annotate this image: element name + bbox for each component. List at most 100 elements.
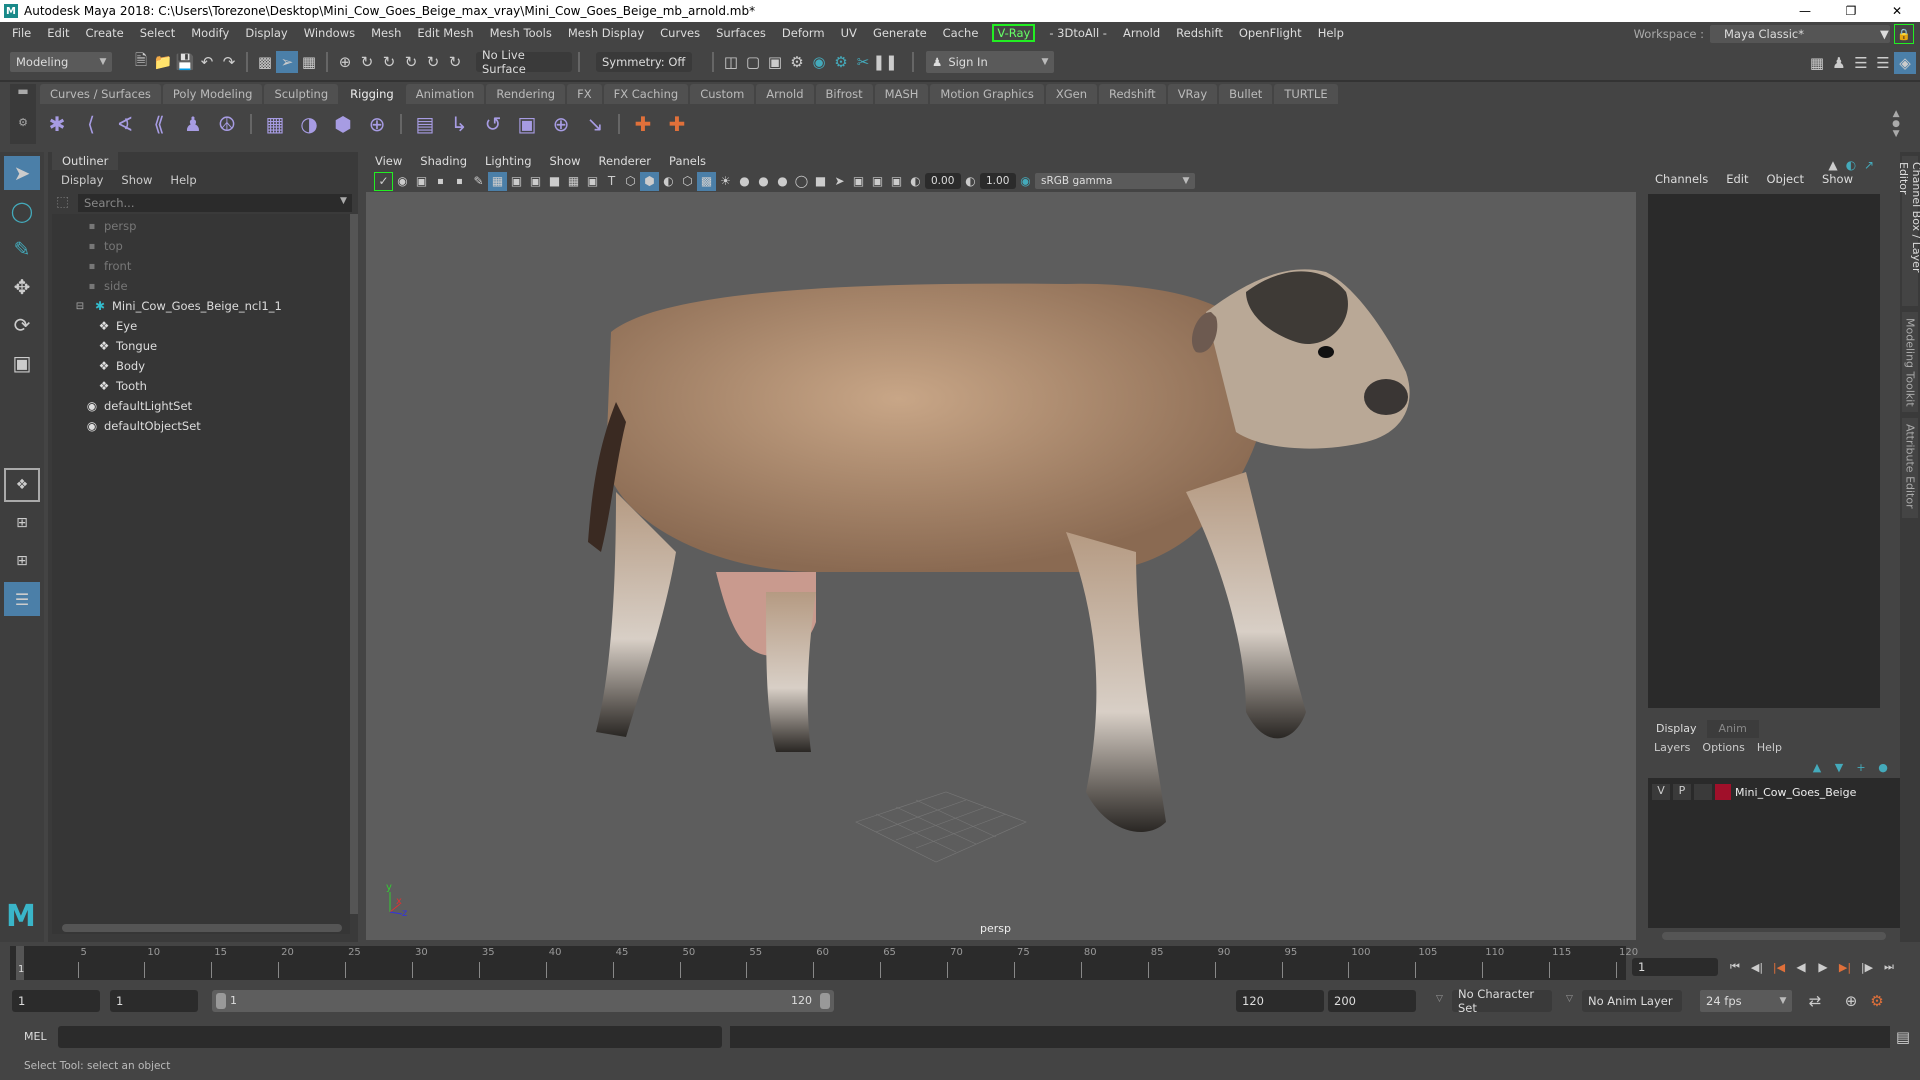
outliner-horizontal-scrollbar[interactable] (62, 924, 342, 932)
channel-menu-edit[interactable]: Edit (1717, 172, 1757, 186)
isolate-select-icon[interactable]: ➤ (830, 172, 849, 191)
ik-handle-icon[interactable]: ⟨ (74, 106, 108, 142)
close-button[interactable]: ✕ (1874, 0, 1920, 22)
rotate-tool-icon[interactable]: ⟳ (4, 308, 40, 342)
menu-edit-mesh[interactable]: Edit Mesh (409, 26, 481, 40)
menu-windows[interactable]: Windows (296, 26, 363, 40)
menu-file[interactable]: File (4, 26, 39, 40)
move-tool-icon[interactable]: ✥ (4, 270, 40, 304)
undo-icon[interactable]: ↶ (196, 51, 218, 73)
sign-in-button[interactable]: ♟ Sign In ▼ (926, 51, 1054, 73)
layer-menu-help[interactable]: Help (1751, 741, 1788, 754)
shadows-icon[interactable]: ● (735, 172, 754, 191)
menu-3dtoall[interactable]: - 3DtoAll - (1041, 26, 1115, 40)
playback-start-field[interactable]: 1 (110, 990, 198, 1012)
new-scene-icon[interactable]: 🗎 (130, 51, 152, 73)
menu-surfaces[interactable]: Surfaces (708, 26, 774, 40)
outliner-item[interactable]: ◉ defaultLightSet (52, 396, 350, 416)
scroll-down-icon[interactable]: ▼ (1893, 129, 1900, 139)
layer-color-swatch[interactable] (1715, 784, 1731, 800)
safe-action-icon[interactable]: ▣ (583, 172, 602, 191)
select-object-icon[interactable]: ➢ (276, 51, 298, 73)
shelf-tab-motion-graphics[interactable]: Motion Graphics (930, 84, 1044, 104)
snap-point-icon[interactable]: ↻ (378, 51, 400, 73)
humanik-icon[interactable]: ♟ (176, 106, 210, 142)
snap-view-plane-icon[interactable]: ↻ (422, 51, 444, 73)
shelf-tab-curves-surfaces[interactable]: Curves / Surfaces (40, 84, 161, 104)
workspace-dropdown[interactable]: Maya Classic* ▼ (1710, 25, 1890, 43)
screen-space-ao-icon[interactable]: ● (754, 172, 773, 191)
outliner-tab[interactable]: Outliner (52, 152, 119, 170)
new-empty-layer-icon[interactable]: + (1850, 756, 1872, 778)
paint-weights-icon[interactable]: ▦ (258, 106, 292, 142)
animation-start-field[interactable]: 1 (12, 990, 100, 1012)
bind-skin-icon[interactable]: ⟪ (142, 106, 176, 142)
render-settings-icon[interactable]: ⚙ (786, 51, 808, 73)
side-tab-modeling-toolkit[interactable]: Modeling Toolkit (1902, 312, 1918, 412)
scroll-up-icon[interactable]: ▲ (1893, 109, 1900, 119)
shelf-tab-rendering[interactable]: Rendering (486, 84, 566, 104)
snap-curve-icon[interactable]: ↻ (356, 51, 378, 73)
menu-select[interactable]: Select (132, 26, 183, 40)
viewport-menu-show[interactable]: Show (541, 154, 590, 168)
shelf-tab-bullet[interactable]: Bullet (1219, 84, 1273, 104)
outliner-search-input[interactable]: Search... (78, 194, 352, 212)
go-to-end-icon[interactable]: ⏭ (1878, 956, 1900, 978)
grid-toggle-icon[interactable]: ▦ (488, 171, 507, 191)
wireframe-icon[interactable]: ⬡ (621, 172, 640, 191)
joint-tool-icon[interactable]: ✱ (40, 106, 74, 142)
redo-icon[interactable]: ↷ (218, 51, 240, 73)
blend-shape-icon[interactable]: ◑ (292, 106, 326, 142)
xray-joints-icon[interactable]: ▣ (868, 172, 887, 191)
layer-playback-toggle[interactable]: P (1673, 784, 1691, 800)
parent-constraint-icon[interactable]: ▤ (408, 106, 442, 142)
shelf-menu-icon[interactable]: ▬ (10, 84, 36, 98)
range-slider[interactable]: 1 120 (212, 990, 834, 1012)
playback-end-field[interactable]: 120 (1236, 990, 1324, 1012)
menu-curves[interactable]: Curves (652, 26, 708, 40)
lasso-tool-icon[interactable]: ◯ (4, 194, 40, 228)
menu-create[interactable]: Create (78, 26, 132, 40)
four-view-layout-icon[interactable]: ⊞ (4, 506, 40, 540)
scale-constraint-icon[interactable]: ▣ (510, 106, 544, 142)
smooth-shade-icon[interactable]: ⬢ (640, 171, 659, 191)
film-gate-icon[interactable]: ▣ (507, 172, 526, 191)
cow-model[interactable]: y x z persp (366, 192, 1636, 940)
gamma-field[interactable]: 1.00 (980, 173, 1016, 189)
shelf-tab-xgen[interactable]: XGen (1045, 84, 1097, 104)
hypershade-icon[interactable]: ◉ (808, 51, 830, 73)
xray-icon[interactable]: ▣ (849, 172, 868, 191)
outliner-item[interactable]: ❖ Body (52, 356, 350, 376)
select-component-icon[interactable]: ▦ (298, 51, 320, 73)
shelf-tab-poly-modeling[interactable]: Poly Modeling (162, 84, 263, 104)
layer-horizontal-scrollbar[interactable] (1662, 932, 1886, 940)
2d-pan-zoom-icon[interactable]: ⏹ (450, 172, 469, 191)
layer-display-type-toggle[interactable] (1694, 784, 1712, 800)
shelf-settings-icon[interactable]: ⚙ (10, 116, 36, 129)
menu-edit[interactable]: Edit (39, 26, 77, 40)
outliner-item[interactable]: ⏹ persp (52, 216, 350, 236)
menu-arnold[interactable]: Arnold (1115, 26, 1168, 40)
safe-title-icon[interactable]: T (602, 172, 621, 191)
field-chart-icon[interactable]: ▦ (564, 172, 583, 191)
cluster-icon[interactable]: ⊕ (360, 106, 394, 142)
menu-cache[interactable]: Cache (935, 26, 987, 40)
go-to-start-icon[interactable]: ⏮ (1724, 956, 1746, 978)
layer-tab-display[interactable]: Display (1648, 720, 1705, 738)
side-tab-attribute-editor[interactable]: Attribute Editor (1902, 418, 1918, 518)
make-live-icon[interactable]: ↻ (444, 51, 466, 73)
shelf-tab-redshift[interactable]: Redshift (1099, 84, 1166, 104)
menu-openflight[interactable]: OpenFlight (1231, 26, 1310, 40)
channel-menu-object[interactable]: Object (1758, 172, 1813, 186)
layer-visibility-toggle[interactable]: V (1652, 784, 1670, 800)
slide-icon[interactable]: ↗ (1860, 154, 1878, 176)
snap-projected-center-icon[interactable]: ↻ (400, 51, 422, 73)
symmetry-dropdown[interactable]: Symmetry: Off (596, 52, 692, 72)
menuset-dropdown[interactable]: Modeling ▼ (10, 52, 112, 72)
channel-box-icon[interactable]: ◈ (1894, 52, 1916, 74)
grease-pencil-icon[interactable]: ✎ (469, 172, 488, 191)
step-back-key-icon[interactable]: |◀ (1768, 956, 1790, 978)
minimize-button[interactable]: — (1782, 0, 1828, 22)
ik-spline-icon[interactable]: ∢ (108, 106, 142, 142)
outliner-item[interactable]: ❖ Tongue (52, 336, 350, 356)
